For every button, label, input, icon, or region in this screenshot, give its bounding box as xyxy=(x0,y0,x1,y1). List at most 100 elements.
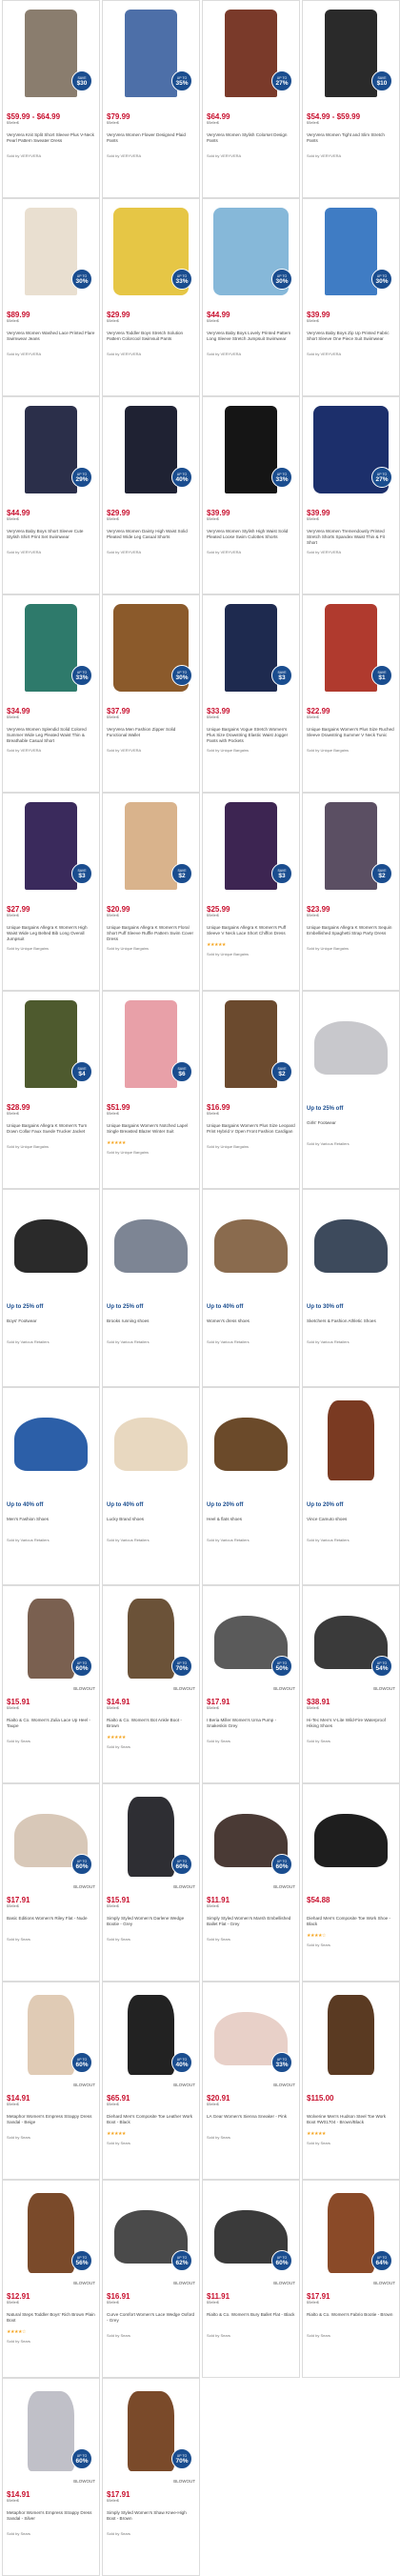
product-title[interactable]: Sketchers & Fashion Athletic Shoes xyxy=(307,1318,395,1336)
product-title[interactable]: I Beria Miller Women's Urna Pump - Snake… xyxy=(207,1718,295,1735)
product-card[interactable]: UP TO 27% $64.99 $Seller$ VeryVera Women Sty… xyxy=(202,0,300,198)
product-image[interactable]: SAVE $3 xyxy=(207,798,295,890)
product-image[interactable]: UP TO 56% xyxy=(7,2185,95,2277)
product-title[interactable]: LA Gear Women's Sienna Sneaker - Pink xyxy=(207,2114,295,2131)
offer-text[interactable]: Up to 30% off xyxy=(307,1304,395,1312)
product-card[interactable]: UP TO 60% BLOWOUT $14.91 $Seller$ Metaphor Wo… xyxy=(2,1982,100,2180)
product-card[interactable]: UP TO 40% BLOWOUT $65.91 $Seller$ Diehard Men… xyxy=(102,1982,200,2180)
product-image[interactable]: UP TO 30% xyxy=(207,204,295,295)
product-card[interactable]: SAVE $2 $20.99 $Seller$ Unique Bargains Alle… xyxy=(102,793,200,991)
product-title[interactable]: Unique Bargains Women's Notched Lapel Si… xyxy=(107,1123,195,1140)
product-title[interactable]: Metaphor Women's Empress Strappy Dress S… xyxy=(7,2114,95,2131)
product-title[interactable]: Diehard Men's Composite Toe Work Shoe - … xyxy=(307,1916,395,1933)
product-card[interactable]: SAVE $3 $25.99 $Seller$ Unique Bargains Alle… xyxy=(202,793,300,991)
product-title[interactable]: Wolverine Men's Hudson Steel Toe Work Bo… xyxy=(307,2114,395,2131)
product-image[interactable]: SAVE $30 xyxy=(7,6,95,97)
product-card[interactable]: SAVE $2 $23.99 $Seller$ Unique Bargains Alle… xyxy=(302,793,400,991)
product-title[interactable]: Curve Comfort Women's Lace Wedge Oxford … xyxy=(107,2312,195,2329)
product-card[interactable]: UP TO 56% BLOWOUT $12.91 $Seller$ Natural Ste… xyxy=(2,2180,100,2378)
product-image[interactable]: UP TO 62% xyxy=(107,2185,195,2277)
product-card[interactable]: UP TO 29% $44.99 $Seller$ VeryVera Baby Boys… xyxy=(2,396,100,594)
product-card[interactable]: Up to 25% off Girls' Footwear Sold by Vari… xyxy=(302,991,400,1189)
product-image[interactable] xyxy=(107,1195,195,1286)
product-title[interactable]: Rialto & Co. Women's Zulia Lace Up Heel … xyxy=(7,1718,95,1735)
product-title[interactable]: VeryVera Women Tight and Slim Stretch Pa… xyxy=(307,132,395,150)
product-card[interactable]: Up to 20% off Vince Camuto shoes Sold by V… xyxy=(302,1387,400,1585)
product-card[interactable]: UP TO 70% BLOWOUT $14.91 $Seller$ Rialto & Co… xyxy=(102,1585,200,1783)
product-card[interactable]: UP TO 33% $39.99 $Seller$ VeryVera Women Sty… xyxy=(202,396,300,594)
product-card[interactable]: SAVE $2 $16.99 $Seller$ Unique Bargains Wome… xyxy=(202,991,300,1189)
offer-text[interactable]: Up to 20% off xyxy=(307,1502,395,1510)
product-title[interactable]: Unique Bargains Women's Plus Size Leopar… xyxy=(207,1123,295,1140)
product-card[interactable]: UP TO 70% BLOWOUT $17.91 $Seller$ Simply Styl… xyxy=(102,2378,200,2576)
product-image[interactable]: UP TO 70% xyxy=(107,2384,195,2475)
product-title[interactable]: VeryVera Women Stylish Colorset Design P… xyxy=(207,132,295,150)
product-image[interactable]: UP TO 60% xyxy=(207,1789,295,1881)
product-title[interactable]: Vince Camuto shoes xyxy=(307,1517,395,1534)
product-image[interactable] xyxy=(307,1789,395,1881)
product-title[interactable]: Simply Styled Women's Darlene Wedge Boot… xyxy=(107,1916,195,1933)
product-image[interactable]: UP TO 27% xyxy=(307,402,395,493)
product-card[interactable]: UP TO 60% BLOWOUT $15.91 $Seller$ Simply Styl… xyxy=(102,1783,200,1982)
product-image[interactable]: UP TO 50% xyxy=(207,1591,295,1682)
product-title[interactable]: VeryVera Women Stylish High Waist Solid … xyxy=(207,529,295,546)
product-title[interactable]: Basic Editions Women's Riley Flat - Nude xyxy=(7,1916,95,1933)
product-image[interactable]: SAVE $2 xyxy=(307,798,395,890)
product-image[interactable] xyxy=(307,996,395,1088)
product-card[interactable]: UP TO 35% $79.99 $Seller$ VeryVera Women Flo… xyxy=(102,0,200,198)
product-title[interactable]: Heel & flats shoes xyxy=(207,1517,295,1534)
product-image[interactable] xyxy=(7,1393,95,1484)
product-title[interactable]: Unique Bargains Allegra K Women's Floral… xyxy=(107,925,195,942)
product-title[interactable]: VeryVera Women Tremendously Printed Stre… xyxy=(307,529,395,546)
product-image[interactable]: UP TO 30% xyxy=(107,600,195,692)
product-image[interactable]: UP TO 64% xyxy=(307,2185,395,2277)
product-title[interactable]: VeryVera Baby Boys Short Sleeve Cute Sty… xyxy=(7,529,95,546)
product-image[interactable]: UP TO 29% xyxy=(7,402,95,493)
product-image[interactable]: UP TO 60% xyxy=(7,2384,95,2475)
product-image[interactable]: UP TO 60% xyxy=(207,2185,295,2277)
product-image[interactable]: UP TO 30% xyxy=(307,204,395,295)
product-card[interactable]: UP TO 54% BLOWOUT $38.91 $Seller$ Hi-Tec Men'… xyxy=(302,1585,400,1783)
offer-text[interactable]: Up to 40% off xyxy=(207,1304,295,1312)
product-image[interactable] xyxy=(307,1987,395,2079)
product-card[interactable]: UP TO 33% $29.99 $Seller$ VeryVera Toddler B… xyxy=(102,198,200,396)
product-image[interactable]: SAVE $4 xyxy=(7,996,95,1088)
product-title[interactable]: Unique Bargains Allegra K Women's Puff S… xyxy=(207,925,295,942)
product-card[interactable]: SAVE $10 $54.99 - $59.99 $Seller$ VeryVera W… xyxy=(302,0,400,198)
product-image[interactable]: UP TO 33% xyxy=(7,600,95,692)
product-title[interactable]: Natural Steps Toddler Boys' Rich Brown P… xyxy=(7,2312,95,2329)
product-image[interactable]: SAVE $2 xyxy=(207,996,295,1088)
product-image[interactable]: UP TO 60% xyxy=(7,1987,95,2079)
product-title[interactable]: Lucky Brand shoes xyxy=(107,1517,195,1534)
offer-text[interactable]: Up to 40% off xyxy=(107,1502,195,1510)
product-title[interactable]: Women's dress shoes xyxy=(207,1318,295,1336)
product-card[interactable]: UP TO 30% $39.99 $Seller$ VeryVera Baby Boys… xyxy=(302,198,400,396)
product-card[interactable]: UP TO 27% $39.99 $Seller$ VeryVera Women Tre… xyxy=(302,396,400,594)
product-image[interactable]: UP TO 33% xyxy=(107,204,195,295)
product-title[interactable]: Hi-Tec Men's V-Lite Wild-Fire Waterproof… xyxy=(307,1718,395,1735)
product-title[interactable]: Brooks running shoes xyxy=(107,1318,195,1336)
product-title[interactable]: Unique Bargains Allegra K Women's Sequin… xyxy=(307,925,395,942)
product-card[interactable]: Up to 25% off Brooks running shoes Sold by… xyxy=(102,1189,200,1387)
product-title[interactable]: Unique Bargains Allegra K Women's Turn D… xyxy=(7,1123,95,1140)
product-title[interactable]: VeryVera Baby Boys Lovely Printed Patter… xyxy=(207,331,295,348)
product-card[interactable]: UP TO 62% BLOWOUT $16.91 $Seller$ Curve Comfo… xyxy=(102,2180,200,2378)
product-card[interactable]: Up to 25% off Boys' Footwear Sold by Vario… xyxy=(2,1189,100,1387)
product-image[interactable] xyxy=(307,1393,395,1484)
product-card[interactable]: UP TO 60% BLOWOUT $14.91 $Seller$ Metaphor Wo… xyxy=(2,2378,100,2576)
product-card[interactable]: UP TO 30% $44.99 $Seller$ VeryVera Baby Boys… xyxy=(202,198,300,396)
product-image[interactable]: UP TO 33% xyxy=(207,1987,295,2079)
product-image[interactable]: UP TO 40% xyxy=(107,1987,195,2079)
product-title[interactable]: Men's Fashion Shoes xyxy=(7,1517,95,1534)
product-image[interactable]: UP TO 35% xyxy=(107,6,195,97)
offer-text[interactable]: Up to 25% off xyxy=(107,1304,195,1312)
product-image[interactable]: SAVE $2 xyxy=(107,798,195,890)
product-title[interactable]: Girls' Footwear xyxy=(307,1120,395,1137)
product-title[interactable]: Rialto & Co. Women's Fabrio Bootie - Bro… xyxy=(307,2312,395,2329)
product-card[interactable]: UP TO 33% $34.99 $Seller$ VeryVera Women Spl… xyxy=(2,594,100,793)
product-card[interactable]: UP TO 60% BLOWOUT $11.91 $Seller$ Rialto & Co… xyxy=(202,2180,300,2378)
product-title[interactable]: VeryVera Baby Boys Zip Up Printed Fabric… xyxy=(307,331,395,348)
product-card[interactable]: UP TO 60% BLOWOUT $11.91 $Seller$ Simply Styl… xyxy=(202,1783,300,1982)
product-title[interactable]: VeryVera Women Washed Lace Printed Flare… xyxy=(7,331,95,348)
product-title[interactable]: Unique Bargains Allegra K Women's High W… xyxy=(7,925,95,942)
